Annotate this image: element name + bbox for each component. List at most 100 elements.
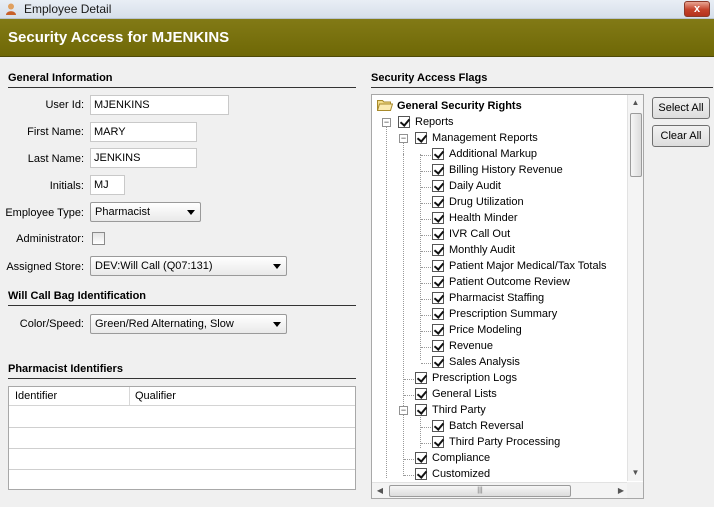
permission-checkbox[interactable] [432, 276, 444, 288]
tree-node[interactable]: Drug Utilization [372, 195, 622, 211]
tree-connector [421, 315, 431, 316]
tree-node-label: General Lists [432, 388, 497, 400]
initials-label: Initials: [49, 180, 84, 192]
scroll-down-arrow-icon[interactable]: ▼ [628, 465, 643, 481]
permission-checkbox[interactable] [432, 212, 444, 224]
permission-checkbox[interactable] [415, 468, 427, 480]
tree-node[interactable]: Billing History Revenue [372, 163, 622, 179]
tree-node[interactable]: Third Party Processing [372, 435, 622, 451]
initials-field[interactable]: MJ [90, 175, 125, 195]
permission-checkbox[interactable] [432, 340, 444, 352]
tree-node[interactable]: Patient Major Medical/Tax Totals [372, 259, 622, 275]
tree-node[interactable]: IVR Call Out [372, 227, 622, 243]
select-all-button[interactable]: Select All [652, 97, 710, 119]
tree-node[interactable]: Batch Reversal [372, 419, 622, 435]
tree-node[interactable]: Additional Markup [372, 147, 622, 163]
permission-checkbox[interactable] [432, 308, 444, 320]
tree-node[interactable]: Compliance [372, 451, 622, 467]
permission-checkbox[interactable] [432, 260, 444, 272]
permission-checkbox[interactable] [432, 148, 444, 160]
tree-node-label: Pharmacist Staffing [449, 292, 545, 304]
tree-connector [421, 251, 431, 252]
will-call-bag-heading: Will Call Bag Identification [8, 290, 356, 306]
tree-node[interactable]: Revenue [372, 339, 622, 355]
tree-node[interactable]: Price Modeling [372, 323, 622, 339]
administrator-label: Administrator: [16, 233, 84, 245]
tree-node[interactable]: Health Minder [372, 211, 622, 227]
tree-node[interactable]: Pharmacist Staffing [372, 291, 622, 307]
permission-checkbox[interactable] [432, 196, 444, 208]
tree-node[interactable]: − Management Reports [372, 131, 622, 147]
tree-horizontal-scrollbar[interactable]: ◀ ||| ▶ [372, 482, 629, 498]
tree-connector [421, 235, 431, 236]
tree-node[interactable]: Monthly Audit [372, 243, 622, 259]
qualifier-column-header[interactable]: Qualifier [135, 390, 176, 402]
tree-node[interactable]: Daily Audit [372, 179, 622, 195]
scroll-up-arrow-icon[interactable]: ▲ [628, 95, 643, 111]
identifier-column-header[interactable]: Identifier [15, 390, 57, 402]
tree-connector [421, 331, 431, 332]
first-name-field[interactable]: MARY [90, 122, 197, 142]
tree-root[interactable]: General Security Rights [377, 99, 522, 112]
chevron-down-icon [187, 210, 195, 215]
collapse-icon[interactable]: − [382, 118, 391, 127]
assigned-store-dropdown[interactable]: DEV:Will Call (Q07:131) [90, 256, 287, 276]
permission-checkbox[interactable] [415, 372, 427, 384]
page-title: Security Access for MJENKINS [8, 29, 230, 46]
security-rights-tree[interactable]: General Security Rights − Reports − Managem… [371, 94, 644, 499]
tree-node[interactable]: Prescription Logs [372, 371, 622, 387]
permission-checkbox[interactable] [432, 180, 444, 192]
general-information-heading: General Information [8, 72, 356, 88]
open-folder-icon [377, 100, 393, 111]
tree-connector [404, 395, 414, 396]
employee-type-dropdown[interactable]: Pharmacist [90, 202, 201, 222]
tree-vertical-scrollbar[interactable]: ▲ ▼ [627, 95, 643, 481]
assigned-store-label: Assigned Store: [6, 261, 84, 273]
tree-node-label: Billing History Revenue [449, 164, 563, 176]
user-id-field[interactable]: MJENKINS [90, 95, 229, 115]
clear-all-button[interactable]: Clear All [652, 125, 710, 147]
employee-app-icon [6, 3, 16, 15]
permission-checkbox[interactable] [415, 452, 427, 464]
collapse-icon[interactable]: − [399, 406, 408, 415]
tree-node[interactable]: General Lists [372, 387, 622, 403]
color-speed-value: Green/Red Alternating, Slow [95, 318, 234, 330]
permission-checkbox[interactable] [432, 420, 444, 432]
tree-connector [421, 267, 431, 268]
vertical-scroll-thumb[interactable] [630, 113, 642, 177]
last-name-field[interactable]: JENKINS [90, 148, 197, 168]
permission-checkbox[interactable] [432, 164, 444, 176]
permission-checkbox[interactable] [415, 388, 427, 400]
tree-node[interactable]: Sales Analysis [372, 355, 622, 371]
tree-node[interactable]: Patient Outcome Review [372, 275, 622, 291]
window-titlebar: Employee Detail x [0, 0, 714, 19]
color-speed-dropdown[interactable]: Green/Red Alternating, Slow [90, 314, 287, 334]
permission-checkbox[interactable] [432, 292, 444, 304]
user-id-label: User Id: [45, 99, 84, 111]
collapse-icon[interactable]: − [399, 134, 408, 143]
permission-checkbox[interactable] [432, 324, 444, 336]
tree-node[interactable]: Customized [372, 467, 622, 483]
scroll-corner [627, 482, 643, 498]
permission-checkbox[interactable] [415, 132, 427, 144]
tree-connector [421, 299, 431, 300]
horizontal-scroll-thumb[interactable]: ||| [389, 485, 571, 497]
tree-connector [421, 443, 431, 444]
scroll-left-arrow-icon[interactable]: ◀ [372, 483, 388, 498]
table-row [9, 469, 355, 470]
tree-node[interactable]: Prescription Summary [372, 307, 622, 323]
permission-checkbox[interactable] [432, 244, 444, 256]
tree-node[interactable]: − Reports [372, 115, 622, 131]
permission-checkbox[interactable] [432, 356, 444, 368]
permission-checkbox[interactable] [432, 436, 444, 448]
tree-node-label: Management Reports [432, 132, 538, 144]
permission-checkbox[interactable] [398, 116, 410, 128]
close-button[interactable]: x [684, 1, 710, 17]
last-name-label: Last Name: [27, 153, 84, 165]
tree-node-label: Third Party Processing [449, 436, 561, 448]
pharmacist-identifiers-grid[interactable]: Identifier Qualifier [8, 386, 356, 490]
permission-checkbox[interactable] [415, 404, 427, 416]
permission-checkbox[interactable] [432, 228, 444, 240]
tree-node[interactable]: − Third Party [372, 403, 622, 419]
administrator-checkbox[interactable] [92, 232, 105, 245]
